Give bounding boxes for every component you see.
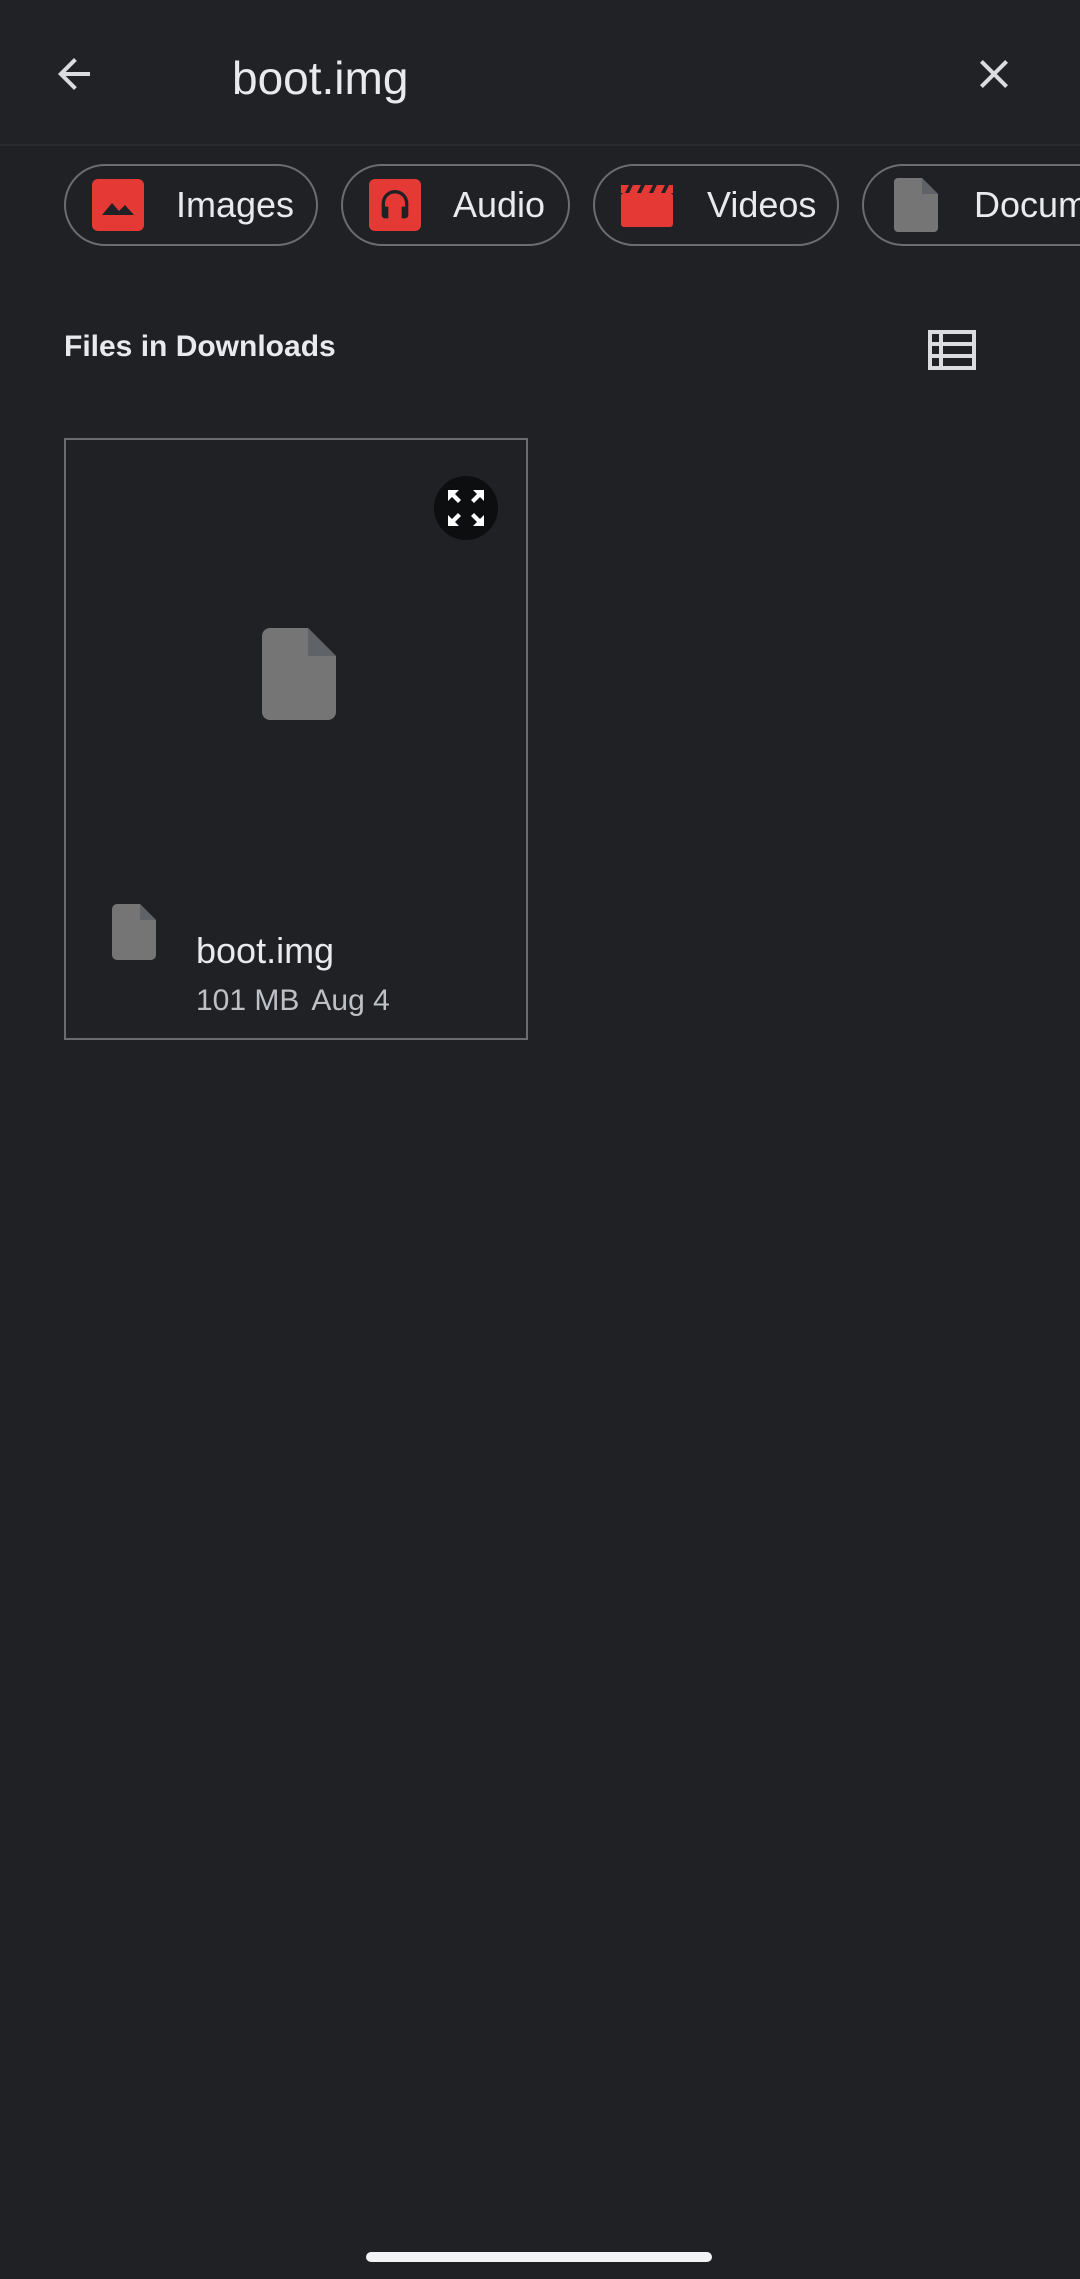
file-card[interactable]: boot.img 101 MB Aug 4 <box>64 438 528 1040</box>
chip-documents-label: Documents <box>974 184 1080 225</box>
search-bar: boot.img <box>0 0 1080 146</box>
view-toggle-button[interactable] <box>920 320 984 380</box>
expand-preview-button[interactable] <box>434 476 498 540</box>
search-input[interactable]: boot.img <box>232 40 408 116</box>
file-size: 101 MB <box>196 984 300 1017</box>
arrow-back-icon <box>58 58 90 90</box>
generic-file-icon <box>112 904 156 960</box>
files-search-screen: boot.img Images Audio Videos Docum Files… <box>0 0 1080 2279</box>
back-button[interactable] <box>36 36 112 112</box>
list-view-icon <box>928 330 976 370</box>
chip-images[interactable]: Images <box>64 164 318 246</box>
document-icon <box>890 178 942 232</box>
file-date: Aug 4 <box>311 984 390 1017</box>
chip-videos-label: Videos <box>707 184 817 225</box>
chip-videos[interactable]: Videos <box>593 164 839 246</box>
chip-images-label: Images <box>176 184 295 225</box>
image-icon <box>92 179 144 231</box>
clear-search-button[interactable] <box>956 36 1032 112</box>
clapperboard-icon <box>619 179 675 231</box>
headphones-icon <box>369 179 421 231</box>
file-preview-icon <box>262 628 336 720</box>
chip-audio-label: Audio <box>453 184 546 225</box>
close-icon <box>980 60 1008 88</box>
chip-audio[interactable]: Audio <box>341 164 570 246</box>
file-name: boot.img <box>196 930 335 971</box>
category-filter-chips: Images Audio Videos Docum <box>0 164 1080 250</box>
gesture-navigation-bar[interactable] <box>366 2252 712 2262</box>
chip-documents[interactable]: Documents <box>862 164 1080 246</box>
file-meta: 101 MB Aug 4 <box>196 984 390 1018</box>
section-title: Files in Downloads <box>64 330 336 363</box>
fullscreen-icon <box>448 490 484 526</box>
